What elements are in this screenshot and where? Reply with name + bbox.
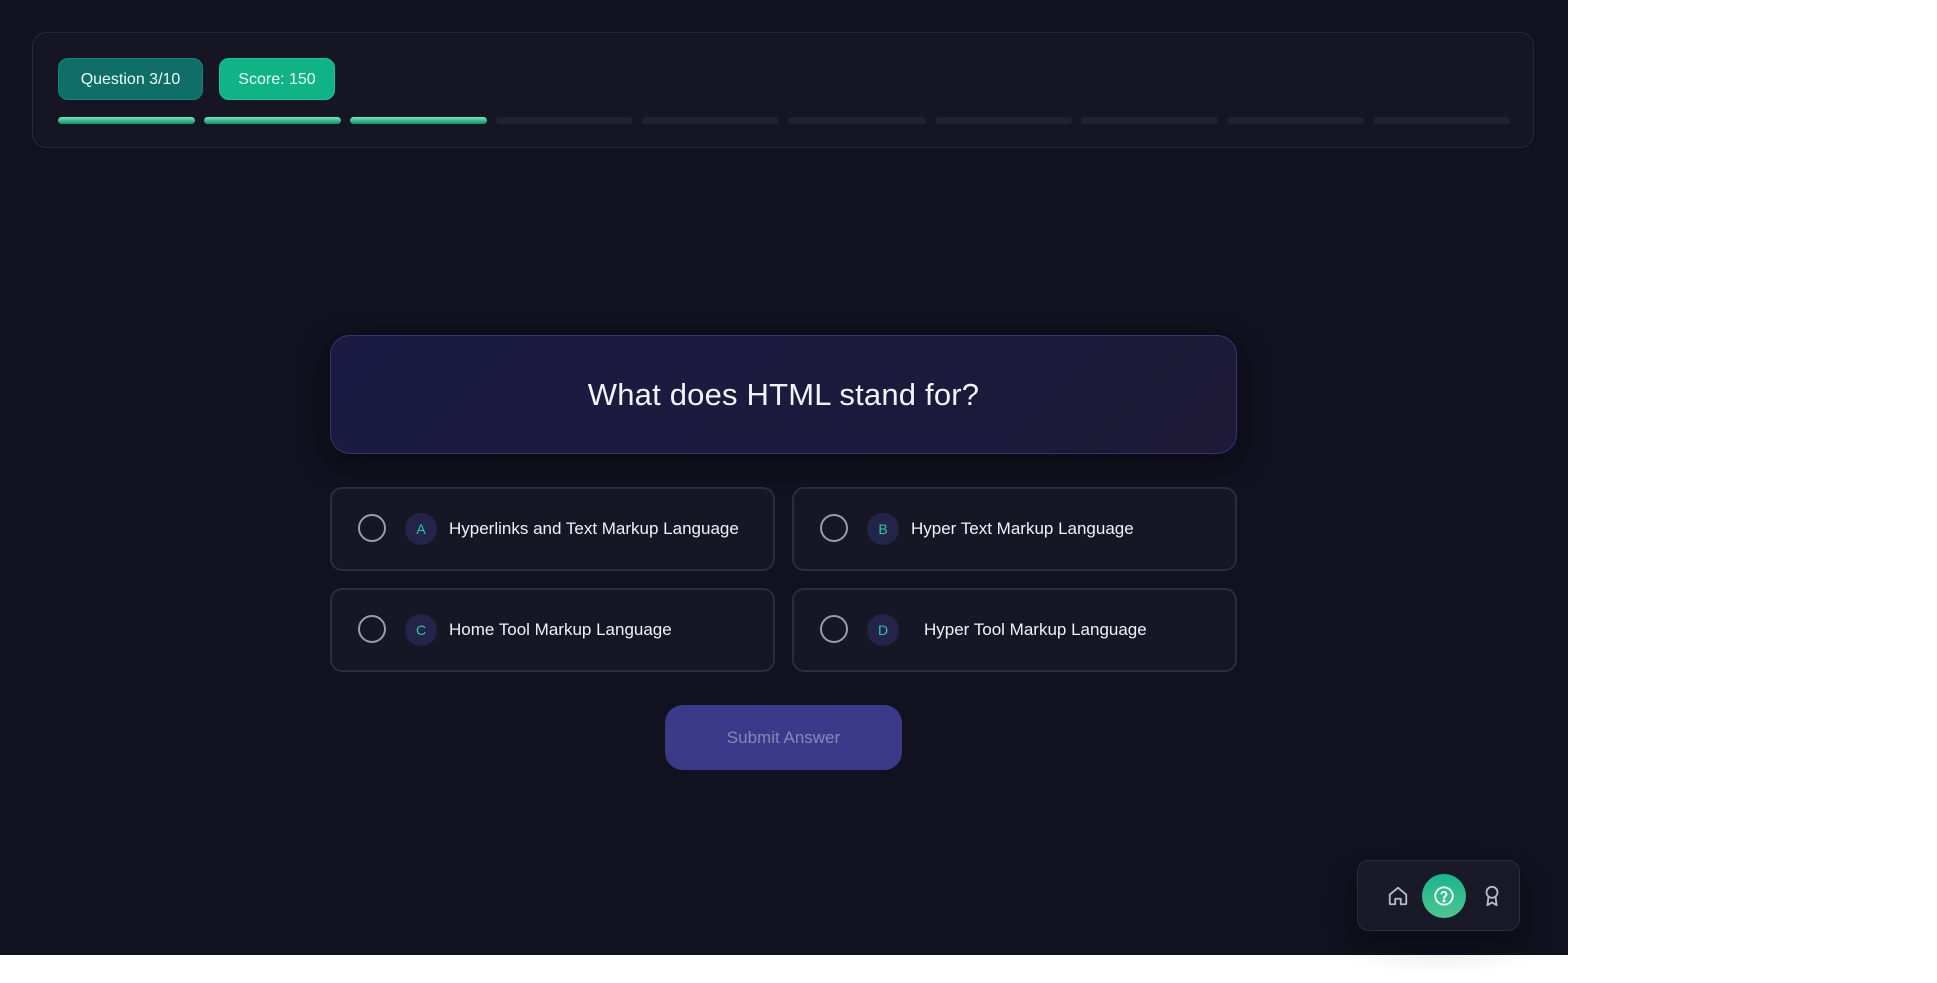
bottom-nav [1357,860,1520,931]
option-c[interactable]: C Home Tool Markup Language [330,588,775,672]
nav-quiz-button[interactable] [1422,874,1466,918]
question-counter-badge: Question 3/10 [58,58,203,100]
submit-answer-button[interactable]: Submit Answer [665,705,902,770]
quiz-header: Question 3/10 Score: 150 [32,32,1534,148]
question-card: What does HTML stand for? [330,335,1237,454]
radio-button[interactable] [820,514,848,542]
progress-segment [642,117,780,124]
option-text: Hyperlinks and Text Markup Language [449,519,739,538]
progress-segment [1080,117,1218,124]
progress-bar [58,117,1510,125]
nav-achievements-button[interactable] [1470,874,1514,918]
option-text: Hyper Text Markup Language [911,519,1134,538]
progress-segment [788,117,926,124]
question-text: What does HTML stand for? [587,376,980,412]
option-letter: A [405,513,437,545]
award-icon [1485,885,1499,907]
quiz-app: Question 3/10 Score: 150 What does HTML … [0,0,1568,955]
option-text: Home Tool Markup Language [449,620,672,639]
home-icon [1388,886,1408,906]
progress-segment [1226,117,1364,124]
progress-segment [204,117,342,124]
option-letter: D [867,614,899,646]
option-letter: C [405,614,437,646]
radio-button[interactable] [358,615,386,643]
progress-segment [350,117,488,124]
nav-shadow [1340,935,1540,975]
progress-segment [496,117,634,124]
progress-segment [934,117,1072,124]
option-b[interactable]: B Hyper Text Markup Language [792,487,1237,571]
option-a[interactable]: A Hyperlinks and Text Markup Language [330,487,775,571]
help-circle-icon [1434,886,1454,906]
option-text: Hyper Tool Markup Language [924,620,1147,639]
score-badge: Score: 150 [219,58,335,100]
option-d[interactable]: D Hyper Tool Markup Language [792,588,1237,672]
nav-home-button[interactable] [1376,874,1420,918]
radio-button[interactable] [820,615,848,643]
progress-segment [1372,117,1510,124]
radio-button[interactable] [358,514,386,542]
option-letter: B [867,513,899,545]
progress-segment [58,117,196,124]
